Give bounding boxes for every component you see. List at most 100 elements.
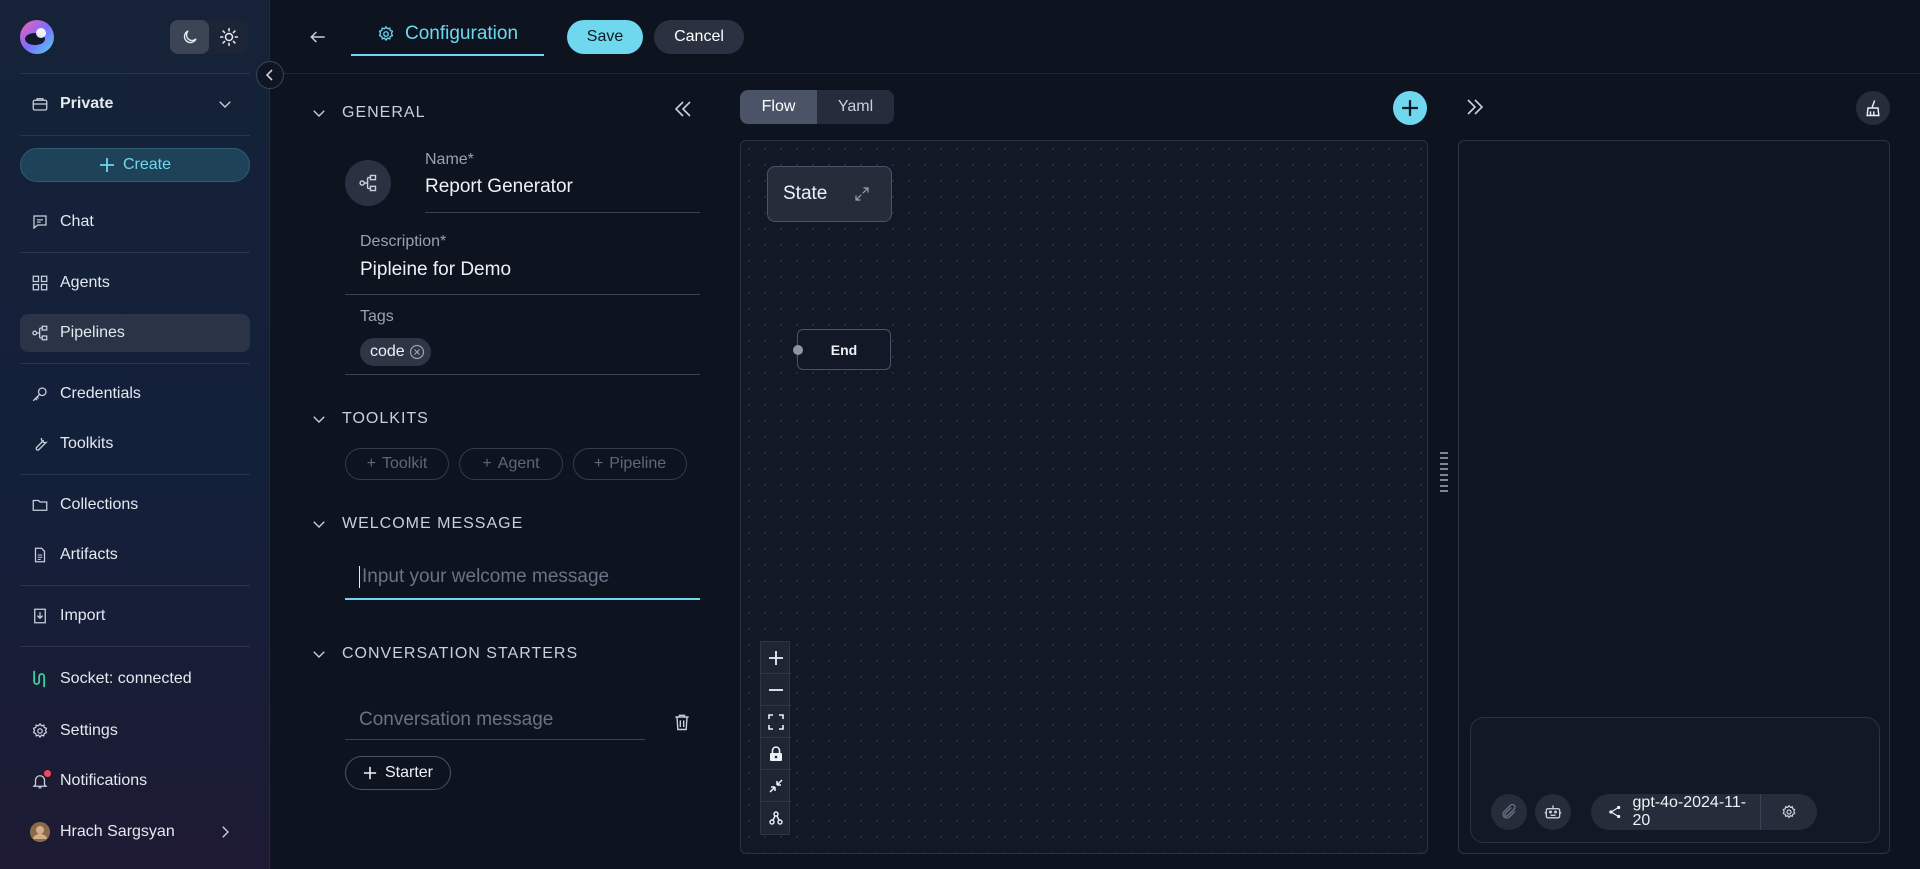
- delete-starter-button[interactable]: [672, 712, 694, 734]
- pipeline-avatar[interactable]: [345, 160, 391, 206]
- model-selector[interactable]: gpt-4o-2024-11-20: [1591, 794, 1817, 830]
- conversation-starter-input[interactable]: Conversation message: [345, 700, 645, 740]
- toolkits-section-header[interactable]: TOOLKITS: [310, 410, 429, 428]
- sidebar-item-agents[interactable]: Agents: [20, 264, 250, 302]
- import-icon: [30, 606, 50, 626]
- chevron-left-icon: [265, 69, 273, 81]
- collapse-panel-button[interactable]: [671, 97, 695, 121]
- close-circle-icon[interactable]: [409, 344, 425, 360]
- button-label: Agent: [497, 455, 540, 472]
- app-logo[interactable]: [18, 18, 56, 56]
- project-selector[interactable]: Private: [20, 85, 250, 123]
- attach-button[interactable]: [1491, 794, 1527, 830]
- brush-icon: [1866, 100, 1880, 117]
- tab-flow[interactable]: Flow: [740, 90, 817, 124]
- cancel-button[interactable]: Cancel: [654, 20, 744, 54]
- add-starter-button[interactable]: Starter: [345, 756, 451, 790]
- socket-status: Socket: connected: [20, 660, 250, 698]
- light-mode-button[interactable]: [209, 20, 248, 54]
- project-name: Private: [60, 95, 114, 112]
- chevron-down-icon: [313, 651, 325, 658]
- model-name: gpt-4o-2024-11-20: [1632, 794, 1747, 829]
- minus-icon: [769, 688, 783, 691]
- zoom-in-button[interactable]: [761, 642, 791, 674]
- back-button[interactable]: [305, 24, 331, 50]
- agent-select-button[interactable]: [1535, 794, 1571, 830]
- model-select-button[interactable]: gpt-4o-2024-11-20: [1591, 794, 1761, 830]
- sun-icon: [219, 27, 238, 47]
- flow-canvas[interactable]: State End: [740, 140, 1428, 854]
- avatar: [30, 822, 50, 842]
- plus-icon: +: [366, 455, 376, 472]
- tab-configuration[interactable]: Configuration: [351, 14, 545, 56]
- trash-icon: [675, 714, 689, 731]
- expand-icon[interactable]: [853, 185, 871, 203]
- pipeline-icon: [30, 323, 50, 343]
- general-section-header[interactable]: GENERAL: [310, 104, 425, 122]
- tab-label: Configuration: [405, 23, 519, 44]
- plus-icon: +: [482, 455, 492, 472]
- sidebar-item-label: Pipelines: [60, 324, 125, 341]
- lock-button[interactable]: [761, 738, 791, 770]
- divider: [20, 585, 250, 586]
- folder-icon: [30, 495, 50, 515]
- name-label: Name*: [425, 151, 474, 168]
- user-profile[interactable]: Hrach Sargsyan: [20, 813, 250, 851]
- sidebar-item-collections[interactable]: Collections: [20, 486, 250, 524]
- chevron-down-icon: [313, 416, 325, 423]
- node-handle[interactable]: [793, 345, 803, 355]
- tab-yaml[interactable]: Yaml: [817, 90, 894, 124]
- collapse-sidebar-button[interactable]: [256, 61, 284, 89]
- add-agent-button[interactable]: + Agent: [459, 448, 563, 480]
- description-underline: [345, 294, 700, 295]
- collapse-nodes-button[interactable]: [761, 770, 791, 802]
- sidebar-item-chat[interactable]: Chat: [20, 203, 250, 241]
- paperclip-icon: [1502, 803, 1516, 819]
- add-node-button[interactable]: [1393, 91, 1427, 125]
- divider: [20, 135, 250, 136]
- tags-underline: [345, 374, 700, 375]
- plus-icon: +: [593, 455, 604, 472]
- starters-section-header[interactable]: CONVERSATION STARTERS: [310, 645, 578, 663]
- description-field[interactable]: Pipleine for Demo: [360, 259, 511, 281]
- fit-view-button[interactable]: [761, 706, 791, 738]
- theme-toggle[interactable]: [170, 20, 248, 54]
- sidebar-item-import[interactable]: Import: [20, 597, 250, 635]
- welcome-message-input[interactable]: Input your welcome message: [345, 556, 700, 600]
- sidebar-item-label: Toolkits: [60, 435, 114, 452]
- tag-label: code: [370, 343, 405, 360]
- sidebar-item-credentials[interactable]: Credentials: [20, 375, 250, 413]
- sidebar-item-pipelines[interactable]: Pipelines: [20, 314, 250, 352]
- model-settings-button[interactable]: [1761, 794, 1817, 830]
- create-button[interactable]: Create: [20, 148, 250, 182]
- add-toolkit-button[interactable]: + Toolkit: [345, 448, 449, 480]
- lock-icon: [770, 745, 782, 761]
- divider: [20, 474, 250, 475]
- name-field[interactable]: Report Generator: [425, 176, 573, 198]
- welcome-section-header[interactable]: WELCOME MESSAGE: [310, 515, 523, 533]
- chat-input[interactable]: gpt-4o-2024-11-20: [1470, 717, 1880, 843]
- canvas-controls: [760, 641, 791, 835]
- sidebar-item-toolkits[interactable]: Toolkits: [20, 425, 250, 463]
- sidebar-item-label: Collections: [60, 496, 139, 513]
- sidebar-item-artifacts[interactable]: Artifacts: [20, 536, 250, 574]
- zoom-out-button[interactable]: [761, 674, 791, 706]
- end-node[interactable]: End: [793, 329, 891, 370]
- node-label: End: [830, 341, 858, 358]
- sidebar-item-label: Credentials: [60, 385, 141, 402]
- clear-chat-button[interactable]: [1856, 91, 1890, 125]
- dark-mode-button[interactable]: [170, 20, 209, 54]
- double-chevron-right-icon: [1467, 99, 1484, 115]
- expand-panel-button[interactable]: [1462, 94, 1488, 120]
- name-underline: [425, 212, 700, 213]
- tag-chip[interactable]: code: [360, 338, 431, 366]
- auto-layout-button[interactable]: [761, 802, 791, 834]
- resize-handle[interactable]: [1440, 452, 1448, 492]
- save-button[interactable]: Save: [567, 20, 643, 54]
- state-node[interactable]: State: [767, 166, 892, 222]
- sidebar-item-notifications[interactable]: Notifications: [20, 762, 250, 800]
- divider: [20, 73, 250, 74]
- add-pipeline-button[interactable]: + Pipeline: [573, 448, 687, 480]
- sidebar-item-settings[interactable]: Settings: [20, 712, 250, 750]
- view-toggle[interactable]: Flow Yaml: [740, 90, 894, 124]
